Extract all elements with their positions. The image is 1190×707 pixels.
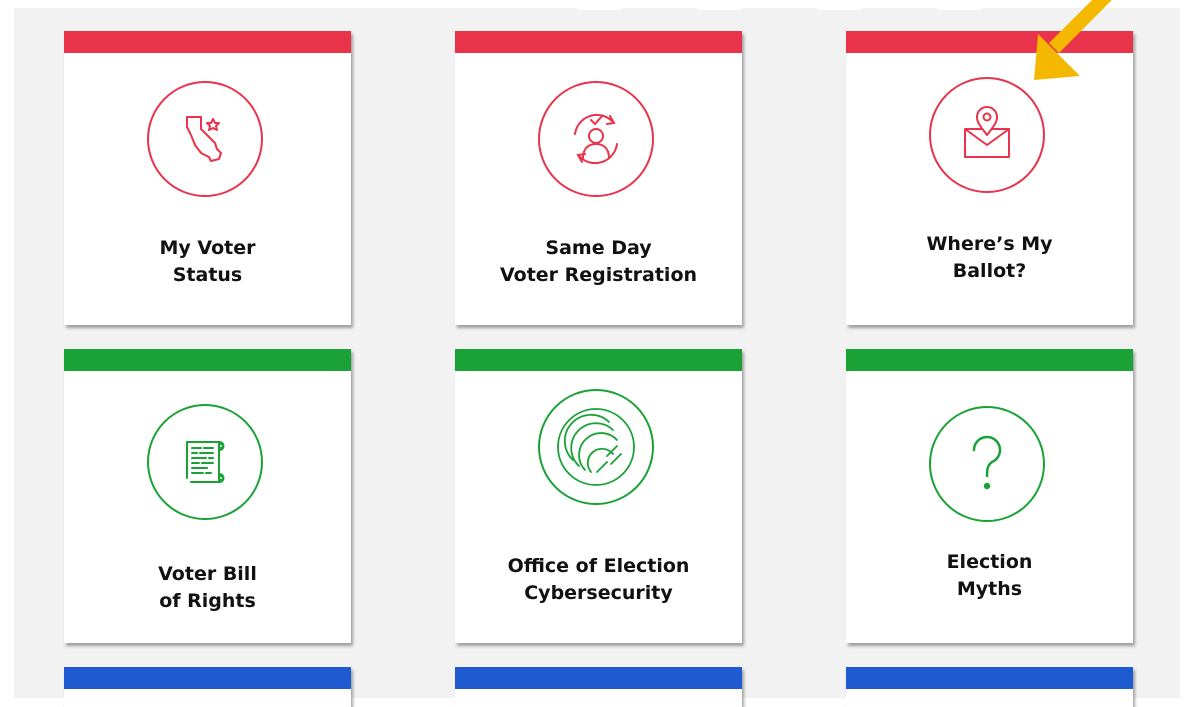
card-label: Same Day Voter Registration xyxy=(499,237,698,286)
card-color-bar xyxy=(64,667,351,689)
pointer-arrow-icon xyxy=(1034,0,1112,80)
voter-registration-icon xyxy=(574,113,618,165)
icon-circle xyxy=(538,81,654,197)
california-map-icon xyxy=(186,116,222,162)
ballot-location-icon xyxy=(964,106,1010,158)
card-color-bar xyxy=(455,31,742,53)
card-color-bar xyxy=(455,667,742,689)
card-label: Where’s My Ballot? xyxy=(926,233,1053,282)
card-color-bar xyxy=(64,349,351,371)
card-my-voter-status[interactable]: My Voter Status xyxy=(64,31,351,325)
icon-circle xyxy=(929,406,1045,522)
card-label: Office of Election Cybersecurity xyxy=(507,555,690,604)
card-same-day-registration[interactable]: Same Day Voter Registration xyxy=(455,31,742,325)
card-color-bar xyxy=(846,349,1133,371)
card-color-bar xyxy=(455,349,742,371)
fingerprint-icon xyxy=(557,408,635,486)
card-label: Election Myths xyxy=(946,551,1033,600)
card-label: My Voter Status xyxy=(159,237,256,286)
header-decoration xyxy=(560,0,1000,10)
question-mark-icon xyxy=(972,435,1002,490)
icon-circle xyxy=(929,77,1045,193)
card-row3-2[interactable] xyxy=(455,667,742,707)
card-label: Voter Bill of Rights xyxy=(158,563,257,612)
icon-circle xyxy=(538,389,654,505)
card-election-myths[interactable]: Election Myths xyxy=(846,349,1133,643)
card-row3-1[interactable] xyxy=(64,667,351,707)
card-office-of-election-cybersecurity[interactable]: Office of Election Cybersecurity xyxy=(455,349,742,643)
icon-circle xyxy=(147,404,263,520)
icon-circle xyxy=(147,81,263,197)
scroll-icon xyxy=(186,441,225,483)
card-row3-3[interactable] xyxy=(846,667,1133,707)
card-color-bar xyxy=(846,667,1133,689)
card-voter-bill-of-rights[interactable]: Voter Bill of Rights xyxy=(64,349,351,643)
card-color-bar xyxy=(64,31,351,53)
